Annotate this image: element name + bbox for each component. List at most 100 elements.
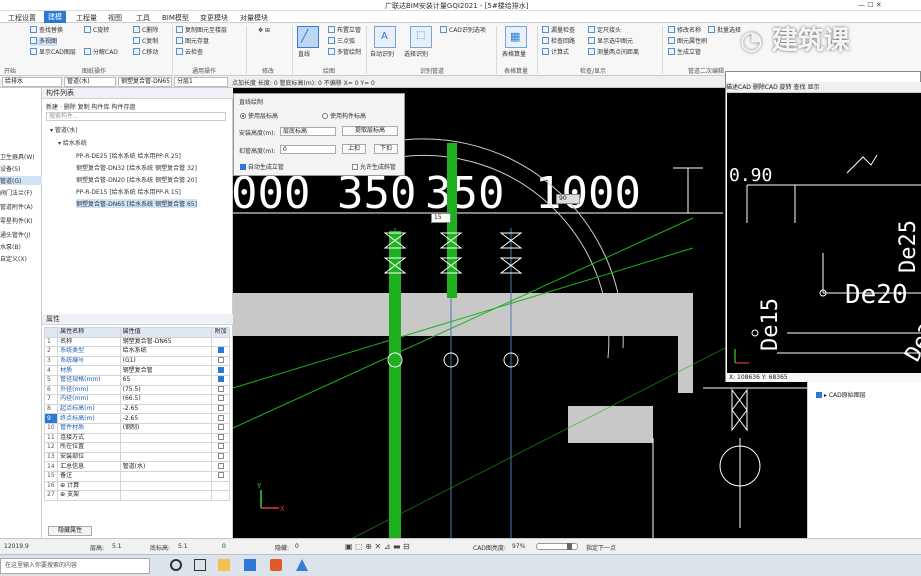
radio-layer-elevation[interactable]: 使用层标高 [240,111,278,120]
formula-button[interactable]: 计算式 [542,48,569,57]
discipline-select[interactable]: 给排水 [2,77,62,87]
property-row[interactable]: 16 ⊕ 计算 [43,480,230,492]
property-extra[interactable] [211,451,230,463]
show-cad-layer-button[interactable]: 显示CAD图层 [30,48,76,57]
property-extra[interactable] [211,461,230,472]
three-point-arc-button[interactable]: 三点弧 [328,37,355,46]
extract-elevation-button[interactable]: 提取层标高 [342,126,398,136]
cad-rotate-button[interactable]: C旋转 [84,26,109,35]
nav-item[interactable]: 零星构件(K) [0,216,33,225]
select-recognize-button[interactable]: ⬚ [410,26,432,48]
window-controls[interactable]: — ☐ ✕ [858,1,882,9]
property-value[interactable] [119,442,213,453]
fixed-length-joint-button[interactable]: 定尺接头 [588,26,621,35]
draw-options[interactable]: 点加长度 长度: 0 管底标高(m): 0 不偏移 X= 0 Y= 0 [232,78,375,87]
generate-riser-button[interactable]: 生成立管 [668,48,701,57]
task-view-icon[interactable] [170,559,182,571]
property-row[interactable]: 3 系统编号 (G1) [43,355,230,367]
tree-root[interactable]: ▾ 管道(水) [50,125,78,134]
app-icon[interactable] [296,559,308,571]
property-extra[interactable] [211,384,230,396]
checkbox-unchecked-icon[interactable] [217,386,224,392]
tab-modeling[interactable]: 建模 [44,11,66,23]
property-extra[interactable] [211,336,230,348]
property-value[interactable] [119,490,213,501]
hide-properties-button[interactable]: 隐藏属性 [48,526,92,536]
property-extra[interactable] [211,470,230,482]
property-value[interactable]: -2.65 [119,403,213,415]
property-row[interactable]: 11 连接方式 [43,432,230,444]
layer-select[interactable]: 分层1 [174,77,228,87]
property-value[interactable]: 管道(水) [119,461,213,472]
offset-up-button[interactable]: 上扣 [342,144,366,154]
place-riser-button[interactable]: 布置立管 [328,26,361,35]
nav-item-pipes[interactable]: 管道(G) [0,176,42,185]
property-value[interactable] [119,480,213,492]
rename-button[interactable]: 修改名称 [668,26,701,35]
property-value[interactable]: 钢塑复合管 [119,365,213,376]
explode-cad-button-2[interactable]: 分解CAD [84,48,118,57]
property-row[interactable]: 27 ⊕ 支架 [43,490,230,501]
multitask-icon[interactable] [194,559,206,571]
property-value[interactable]: 65 [119,374,213,386]
line-draw-button[interactable]: ╱ [297,26,319,48]
property-value[interactable] [119,470,213,482]
checkbox-unchecked-icon[interactable] [217,462,224,469]
property-row[interactable]: 1 名称 钢塑复合管-DN65 [43,336,230,348]
cad-brightness-slider[interactable] [536,543,578,550]
property-row[interactable]: 15 备注 [43,470,230,482]
property-row[interactable]: 6 外径(mm) (75.5) [43,384,230,396]
property-value[interactable]: (75.5) [119,384,213,396]
tree-group[interactable]: ▾ 给水系统 [58,138,87,147]
tree-item[interactable]: 钢塑复合管-DN32 [给水系统 钢塑复合管 32] [76,163,197,172]
checkbox-unchecked-icon[interactable] [217,472,224,479]
property-row[interactable]: 14 汇总信息 管道(水) [43,461,230,472]
property-row[interactable]: 5 管径规格(mm) 65 [43,374,230,386]
length-input[interactable]: 15 [431,213,451,223]
property-value[interactable]: 给水系统 [119,346,213,357]
property-row[interactable]: 7 内径(mm) (66.5) [43,394,230,405]
tree-item-selected[interactable]: 钢塑复合管-DN65 [给水系统 钢塑复合管 65] [76,199,197,208]
allow-slope-checkbox[interactable]: 允许生成斜管 [352,162,396,171]
nav-item[interactable]: 卫生器具(W) [0,152,35,161]
tab-compare-module[interactable]: 对量模块 [240,13,268,23]
property-extra[interactable] [211,394,230,405]
cad-recognize-options-button[interactable]: CAD识别选项 [440,26,486,35]
property-extra[interactable] [211,355,230,367]
tab-tools[interactable]: 工具 [136,13,150,23]
property-value[interactable]: -2.65 [119,413,213,424]
property-extra[interactable] [211,432,230,444]
angle-input[interactable]: 90 [556,194,580,204]
checkbox-unchecked-icon[interactable] [217,357,224,364]
cad-delete-button[interactable]: C删除 [133,26,158,35]
offset-down-button[interactable]: 下扣 [374,144,398,154]
nav-item[interactable]: 设备(S) [0,164,21,173]
property-extra[interactable] [211,480,230,492]
nav-item[interactable]: 自定义(X) [0,254,27,263]
property-row[interactable]: 9 终点标高(m) -2.65 [43,413,230,424]
component-select[interactable]: 钢塑复合管-DN65 [118,77,172,87]
checkbox-unchecked-icon[interactable] [217,453,224,460]
checkbox-checked-icon[interactable] [217,366,224,373]
property-row[interactable]: 4 材质 钢塑复合管 [43,365,230,376]
component-search-input[interactable]: 搜索构件... [46,112,226,121]
property-value[interactable]: (G1) [119,355,213,367]
layer-item[interactable]: ▸ CAD原始图层 [816,390,866,399]
copy-to-floor-button[interactable]: 复制图元至楼层 [176,26,227,35]
find-replace-button[interactable]: 查找替换 [30,26,63,35]
offset-height-input[interactable]: 0 [280,145,336,154]
property-value[interactable]: (钢制) [119,422,213,434]
component-list-toolbar[interactable]: 新建 · 删除 复制 构件库 构件存盘 [46,102,135,111]
checkbox-checked-icon[interactable] [217,376,224,383]
property-extra[interactable] [211,442,230,453]
green-pipe[interactable] [389,231,401,538]
leak-check-button[interactable]: 漏量检查 [542,26,575,35]
property-row[interactable]: 12 所在位置 [43,442,230,453]
tab-view[interactable]: 视图 [108,13,122,23]
auto-recognize-button[interactable]: A [374,26,396,48]
checkbox-checked-icon[interactable] [217,347,224,354]
cloud-check-button[interactable]: 云检查 [176,48,203,57]
property-extra[interactable] [211,403,230,415]
tab-bim-model[interactable]: BIM模型 [162,13,189,23]
tab-quantities[interactable]: 工程量 [76,13,97,23]
